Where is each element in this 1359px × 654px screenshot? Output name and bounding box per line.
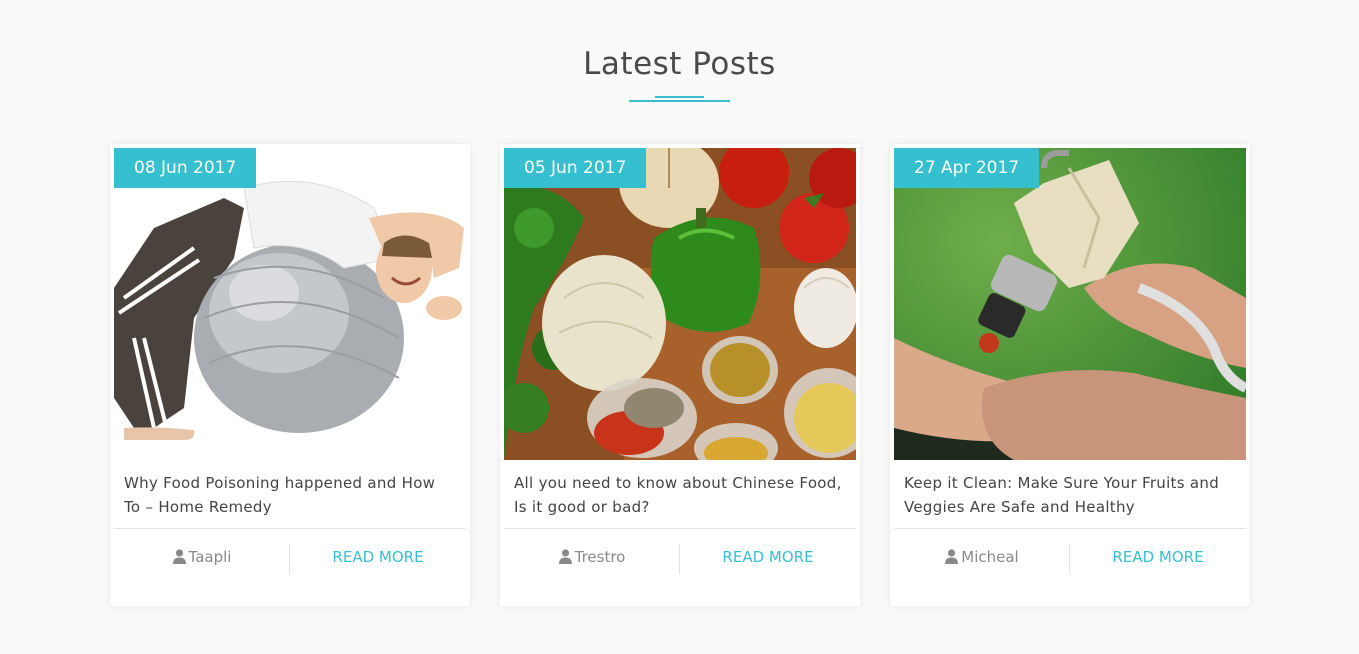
card-footer: Taapli READ MORE [114, 530, 466, 584]
post-title[interactable]: Keep it Clean: Make Sure Your Fruits and… [904, 471, 1236, 519]
read-more-link[interactable]: READ MORE [680, 546, 856, 568]
section-title: Latest Posts [583, 46, 776, 82]
user-icon [558, 548, 572, 570]
post-title[interactable]: All you need to know about Chinese Food,… [514, 471, 846, 519]
card-divider [114, 528, 466, 529]
read-more-link[interactable]: READ MORE [290, 546, 466, 568]
card-divider [504, 528, 856, 529]
card-divider [894, 528, 1246, 529]
date-badge: 27 Apr 2017 [894, 148, 1040, 188]
card-footer: Trestro READ MORE [504, 530, 856, 584]
post-card: 08 Jun 2017 Why Food Poisoning happened … [110, 144, 470, 606]
post-card: 27 Apr 2017 Keep it Clean: Make Sure You… [890, 144, 1250, 606]
user-icon [945, 548, 959, 570]
vegetables-spices-image[interactable] [504, 148, 856, 460]
card-footer: Micheal READ MORE [894, 530, 1246, 584]
date-badge: 05 Jun 2017 [504, 148, 647, 188]
user-icon [172, 548, 186, 570]
post-author[interactable]: Trestro [504, 546, 680, 570]
author-name: Trestro [574, 548, 626, 566]
post-author[interactable]: Taapli [114, 546, 290, 570]
laser-therapy-image[interactable] [894, 148, 1246, 460]
author-name: Taapli [188, 548, 232, 566]
post-author[interactable]: Micheal [894, 546, 1070, 570]
post-title[interactable]: Why Food Poisoning happened and How To –… [124, 471, 456, 519]
title-underline [629, 100, 730, 102]
author-name: Micheal [961, 548, 1019, 566]
date-badge: 08 Jun 2017 [114, 148, 257, 188]
read-more-link[interactable]: READ MORE [1070, 546, 1246, 568]
exercise-ball-image[interactable] [114, 148, 466, 460]
post-card: 05 Jun 2017 All you need to know about C… [500, 144, 860, 606]
title-underline-accent [655, 96, 704, 98]
